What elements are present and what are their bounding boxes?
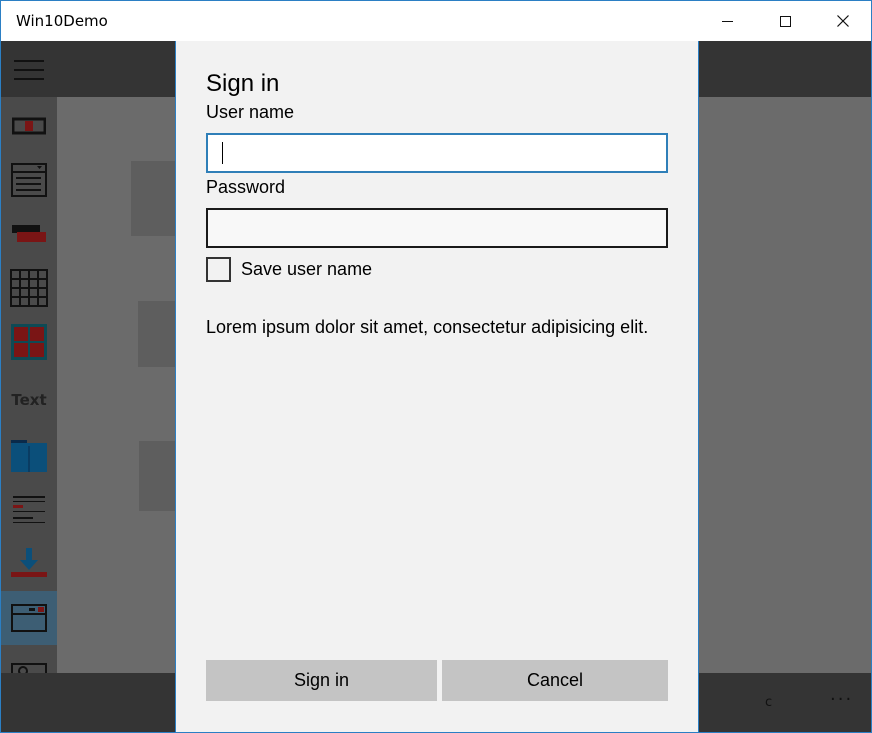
maximize-icon [779, 15, 791, 27]
content-block [139, 441, 176, 511]
rail-item-image[interactable] [1, 645, 57, 673]
save-username-label: Save user name [241, 258, 373, 279]
username-label: User name [206, 102, 295, 122]
rail-item-tiles[interactable] [1, 315, 57, 369]
maximize-button[interactable] [756, 1, 814, 41]
save-username-checkbox[interactable] [206, 256, 231, 282]
close-icon [837, 15, 849, 27]
more-icon[interactable]: ··· [830, 689, 853, 710]
flyout-control-icon [12, 225, 46, 242]
username-input[interactable] [206, 133, 668, 173]
sign-in-dialog: Sign in User name Password Save user nam… [175, 41, 699, 732]
bottom-bar-label: c [765, 695, 773, 710]
dialog-body-text: Lorem ipsum dolor sit amet, consectetur … [206, 317, 649, 337]
nav-rail: Text [1, 97, 57, 673]
grid-control-icon [10, 269, 48, 307]
content-block [138, 301, 176, 367]
rail-item-download[interactable] [1, 537, 57, 591]
title-bar: Win10Demo [1, 1, 871, 41]
sign-in-button[interactable]: Sign in [206, 660, 437, 701]
rail-item-dialog[interactable] [1, 591, 57, 645]
window-title: Win10Demo [16, 12, 108, 30]
content-block [131, 161, 176, 236]
rail-item-grid[interactable] [1, 261, 57, 315]
text-caret [222, 142, 223, 164]
rail-item-text[interactable]: Text [1, 373, 57, 427]
combobox-control-icon [11, 163, 47, 197]
image-control-icon [11, 663, 47, 673]
close-button[interactable] [814, 1, 871, 41]
rail-item-combobox[interactable] [1, 153, 57, 207]
download-icon [11, 548, 47, 577]
richtext-control-icon [13, 496, 45, 523]
rail-item-window[interactable] [1, 429, 57, 483]
rail-item-flyout[interactable] [1, 207, 57, 261]
dialog-title: Sign in [206, 70, 280, 97]
cancel-button[interactable]: Cancel [442, 660, 668, 701]
password-input[interactable] [206, 208, 668, 248]
app-window: Win10Demo Text c ··· Sign in User name P… [0, 0, 872, 733]
rail-item-button[interactable] [1, 99, 57, 153]
minimize-button[interactable] [698, 1, 756, 41]
button-control-icon [12, 117, 46, 135]
tiles-control-icon [11, 324, 47, 360]
rail-item-richtext[interactable] [1, 483, 57, 537]
minimize-icon [721, 20, 733, 22]
password-label: Password [206, 177, 286, 197]
rail-item-text-label: Text [11, 391, 47, 409]
dialog-control-icon [11, 604, 47, 632]
window-control-icon [11, 440, 47, 472]
hamburger-icon[interactable] [14, 60, 44, 80]
save-username-row[interactable]: Save user name [206, 256, 372, 282]
